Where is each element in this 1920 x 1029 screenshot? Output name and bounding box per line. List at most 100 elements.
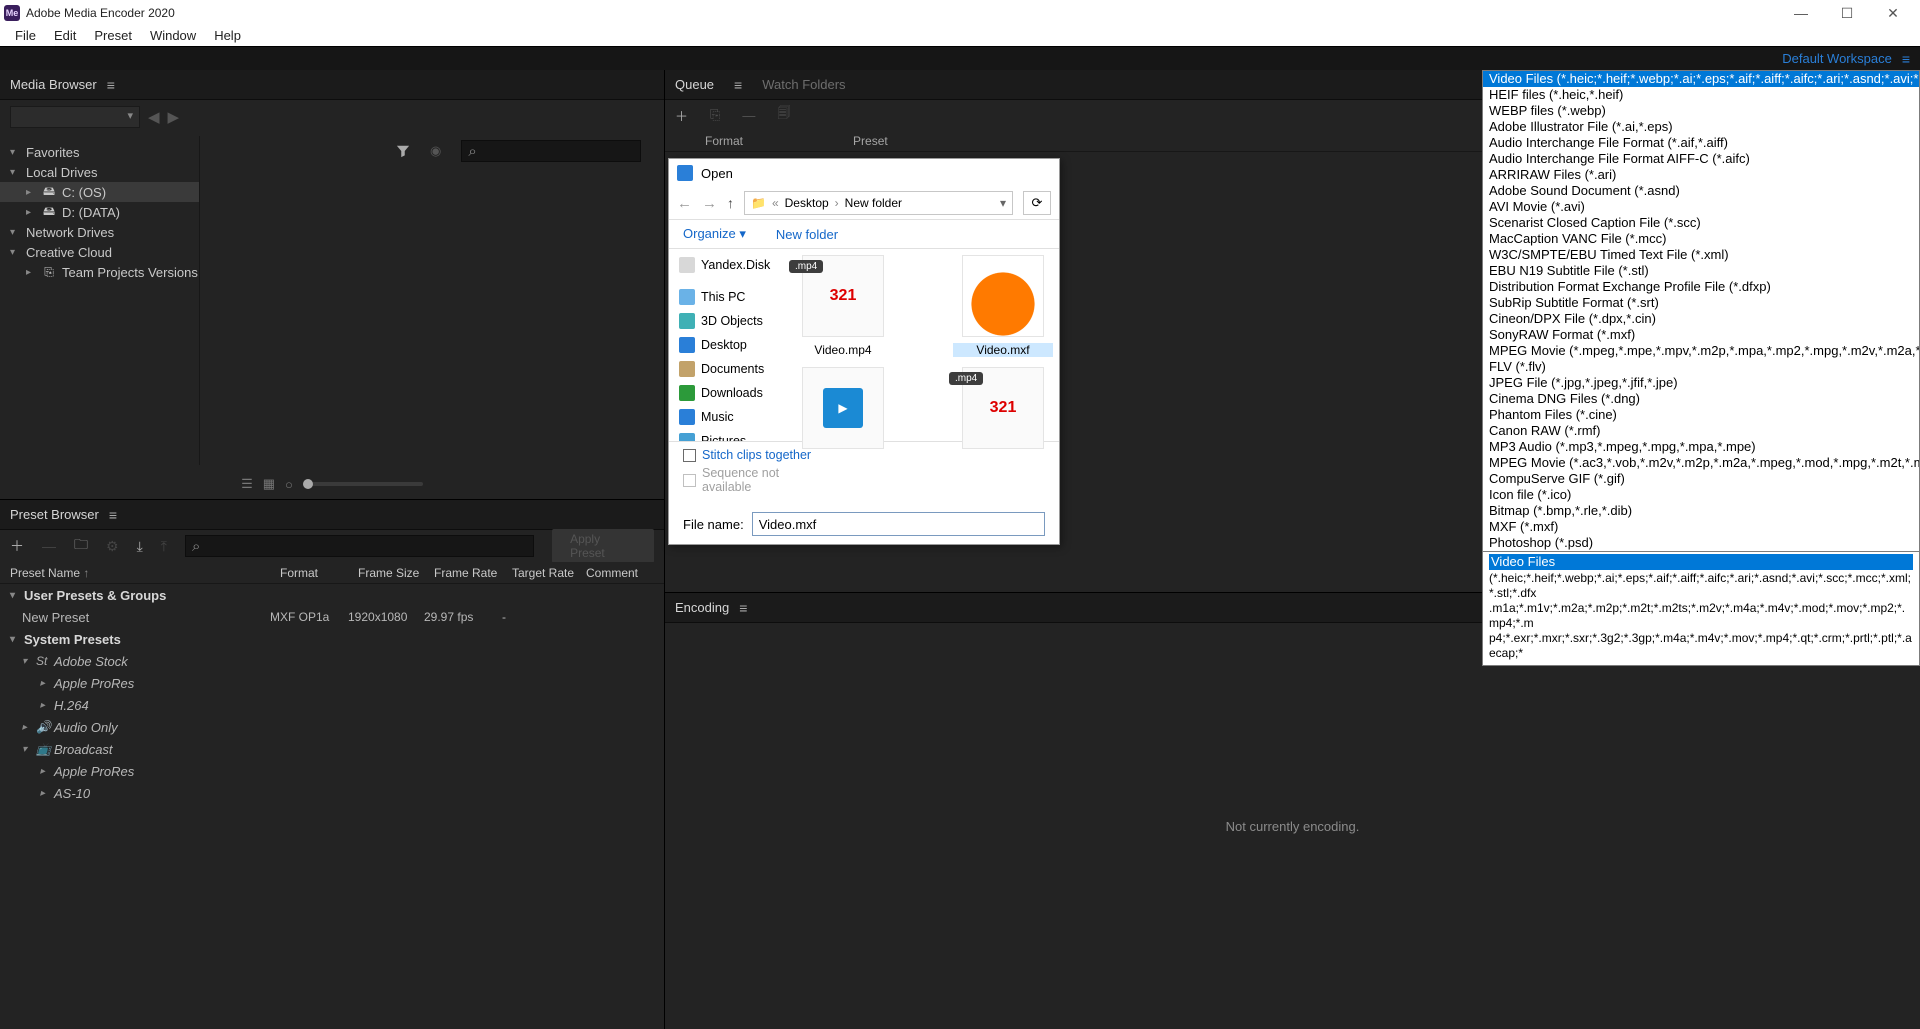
col-frame-rate[interactable]: Frame Rate: [434, 566, 512, 580]
tree-network-drives[interactable]: ▾Network Drives: [0, 222, 199, 242]
filetype-option[interactable]: JPEG File (*.jpg,*.jpeg,*.jfif,*.jpe): [1483, 375, 1919, 391]
filetype-option[interactable]: AVI Movie (*.avi): [1483, 199, 1919, 215]
filetype-option[interactable]: MP3 Audio (*.mp3,*.mpeg,*.mpg,*.mpa,*.mp…: [1483, 439, 1919, 455]
file-video-mxf[interactable]: Video.mxf: [953, 255, 1053, 357]
nav-back-icon[interactable]: ◀: [148, 108, 160, 126]
filetype-option[interactable]: Icon file (*.ico): [1483, 487, 1919, 503]
np-downloads[interactable]: Downloads: [669, 381, 787, 405]
filetype-option[interactable]: MacCaption VANC File (*.mcc): [1483, 231, 1919, 247]
preset-h264[interactable]: ▸H.264: [0, 694, 664, 716]
filetype-option[interactable]: SonyRAW Format (*.mxf): [1483, 327, 1919, 343]
np-desktop[interactable]: Desktop: [669, 333, 787, 357]
dlg-forward-icon[interactable]: →: [702, 195, 717, 212]
preset-audio-only[interactable]: ▸🔊Audio Only: [0, 716, 664, 738]
opt-stitch[interactable]: Stitch clips together: [683, 448, 1045, 462]
preset-browser-menu-icon[interactable]: ≡: [109, 507, 117, 523]
filetype-option[interactable]: CompuServe GIF (*.gif): [1483, 471, 1919, 487]
queue-add-icon[interactable]: ＋: [675, 106, 688, 125]
preset-as10[interactable]: ▸AS-10: [0, 782, 664, 804]
filetype-option[interactable]: Phantom Files (*.cine): [1483, 407, 1919, 423]
filetype-option[interactable]: Photoshop (*.psd): [1483, 535, 1919, 551]
thumb-view-icon[interactable]: ▦: [263, 476, 275, 492]
media-browser-search[interactable]: [461, 140, 641, 162]
preset-apple-prores-1[interactable]: ▸Apple ProRes: [0, 672, 664, 694]
apply-preset-button[interactable]: Apply Preset: [552, 529, 654, 563]
media-browser-menu-icon[interactable]: ≡: [107, 77, 115, 93]
file-video-mp4[interactable]: .mp4 Video.mp4: [793, 255, 893, 357]
col-comment[interactable]: Comment: [586, 566, 646, 580]
filetype-option[interactable]: Canon RAW (*.rmf): [1483, 423, 1919, 439]
workspace-menu-icon[interactable]: ≡: [1902, 51, 1910, 67]
col-preset-name[interactable]: Preset Name: [10, 566, 80, 580]
filetype-option[interactable]: MPEG Movie (*.ac3,*.vob,*.m2v,*.m2p,*.m2…: [1483, 455, 1919, 471]
queue-remove-icon[interactable]: —: [742, 108, 755, 123]
filetype-option[interactable]: Scenarist Closed Caption File (*.scc): [1483, 215, 1919, 231]
tree-drive-c[interactable]: ▸🖴C: (OS): [0, 182, 199, 202]
np-thispc[interactable]: This PC: [669, 285, 787, 309]
filetype-option[interactable]: SubRip Subtitle Format (*.srt): [1483, 295, 1919, 311]
nav-forward-icon[interactable]: ▶: [168, 108, 180, 126]
tree-local-drives[interactable]: ▾Local Drives: [0, 162, 199, 182]
tree-drive-d[interactable]: ▸🖴D: (DATA): [0, 202, 199, 222]
filetype-option[interactable]: Adobe Illustrator File (*.ai,*.eps): [1483, 119, 1919, 135]
filetype-option[interactable]: Distribution Format Exchange Profile Fil…: [1483, 279, 1919, 295]
tab-queue[interactable]: Queue: [675, 77, 714, 92]
filetype-selected-label[interactable]: Video Files: [1489, 554, 1913, 570]
tree-creative-cloud[interactable]: ▾Creative Cloud: [0, 242, 199, 262]
dlg-new-folder[interactable]: New folder: [776, 227, 838, 242]
tab-watch-folders[interactable]: Watch Folders: [762, 77, 845, 92]
dlg-organize[interactable]: Organize ▾: [683, 226, 746, 242]
filetype-option[interactable]: Cineon/DPX File (*.dpx,*.cin): [1483, 311, 1919, 327]
dlg-path[interactable]: 📁« Desktop› New folder ▾: [744, 191, 1013, 215]
menu-edit[interactable]: Edit: [45, 26, 85, 46]
maximize-button[interactable]: ☐: [1824, 0, 1870, 26]
filetype-option[interactable]: Audio Interchange File Format (*.aif,*.a…: [1483, 135, 1919, 151]
minimize-button[interactable]: —: [1778, 0, 1824, 26]
filter-icon[interactable]: [396, 144, 410, 158]
filetype-option[interactable]: MPEG Movie (*.mpeg,*.mpe,*.mpv,*.m2p,*.m…: [1483, 343, 1919, 359]
filetype-option[interactable]: EBU N19 Subtitle File (*.stl): [1483, 263, 1919, 279]
filetype-option[interactable]: Audio Interchange File Format AIFF-C (*.…: [1483, 151, 1919, 167]
np-pictures[interactable]: Pictures: [669, 429, 787, 441]
filetype-option[interactable]: W3C/SMPTE/EBU Timed Text File (*.xml): [1483, 247, 1919, 263]
menu-file[interactable]: File: [6, 26, 45, 46]
tree-favorites[interactable]: ▾Favorites: [0, 142, 199, 162]
visibility-icon[interactable]: ◉: [430, 143, 441, 159]
remove-preset-icon[interactable]: —: [42, 538, 56, 554]
col-frame-size[interactable]: Frame Size: [358, 566, 434, 580]
tree-team-projects[interactable]: ▸⎘Team Projects Versions: [0, 262, 199, 282]
np-documents[interactable]: Documents: [669, 357, 787, 381]
filename-input[interactable]: [752, 512, 1045, 536]
thumb-size-small-icon[interactable]: ○: [285, 477, 293, 492]
preset-search[interactable]: [185, 535, 534, 557]
encoding-menu-icon[interactable]: ≡: [739, 600, 747, 616]
filetype-option[interactable]: FLV (*.flv): [1483, 359, 1919, 375]
add-preset-icon[interactable]: ＋: [10, 536, 24, 556]
filetype-option[interactable]: WEBP files (*.webp): [1483, 103, 1919, 119]
filetype-dropdown[interactable]: Video Files (*.heic;*.heif;*.webp;*.ai;*…: [1482, 70, 1920, 666]
dlg-back-icon[interactable]: ←: [677, 195, 692, 212]
dlg-filepane[interactable]: .mp4 Video.mp4 Video.mxf: [787, 249, 1059, 441]
workspace-label[interactable]: Default Workspace: [1782, 51, 1892, 66]
col-target-rate[interactable]: Target Rate: [512, 566, 586, 580]
filetype-option[interactable]: Video Files (*.heic;*.heif;*.webp;*.ai;*…: [1483, 71, 1919, 87]
np-yandex[interactable]: Yandex.Disk: [669, 253, 787, 277]
preset-new-preset[interactable]: New Preset MXF OP1a 1920x1080 29.97 fps …: [0, 606, 664, 628]
close-button[interactable]: ✕: [1870, 0, 1916, 26]
export-preset-icon[interactable]: ⤒: [161, 538, 167, 555]
filetype-option[interactable]: Bitmap (*.bmp,*.rle,*.dib): [1483, 503, 1919, 519]
file-row2-1[interactable]: [793, 367, 893, 449]
new-group-icon[interactable]: 🗀: [74, 534, 88, 558]
filetype-option[interactable]: ARRIRAW Files (*.ari): [1483, 167, 1919, 183]
dlg-up-icon[interactable]: ↑: [727, 195, 734, 211]
thumb-size-slider[interactable]: [303, 482, 423, 486]
filetype-option[interactable]: Adobe Sound Document (*.asnd): [1483, 183, 1919, 199]
menu-help[interactable]: Help: [205, 26, 250, 46]
preset-user-group[interactable]: ▾User Presets & Groups: [0, 584, 664, 606]
np-music[interactable]: Music: [669, 405, 787, 429]
file-row2-2[interactable]: .mp4: [953, 367, 1053, 449]
menu-preset[interactable]: Preset: [85, 26, 141, 46]
col-format[interactable]: Format: [280, 566, 358, 580]
preset-system-group[interactable]: ▾System Presets: [0, 628, 664, 650]
queue-menu-icon[interactable]: ≡: [734, 77, 742, 93]
